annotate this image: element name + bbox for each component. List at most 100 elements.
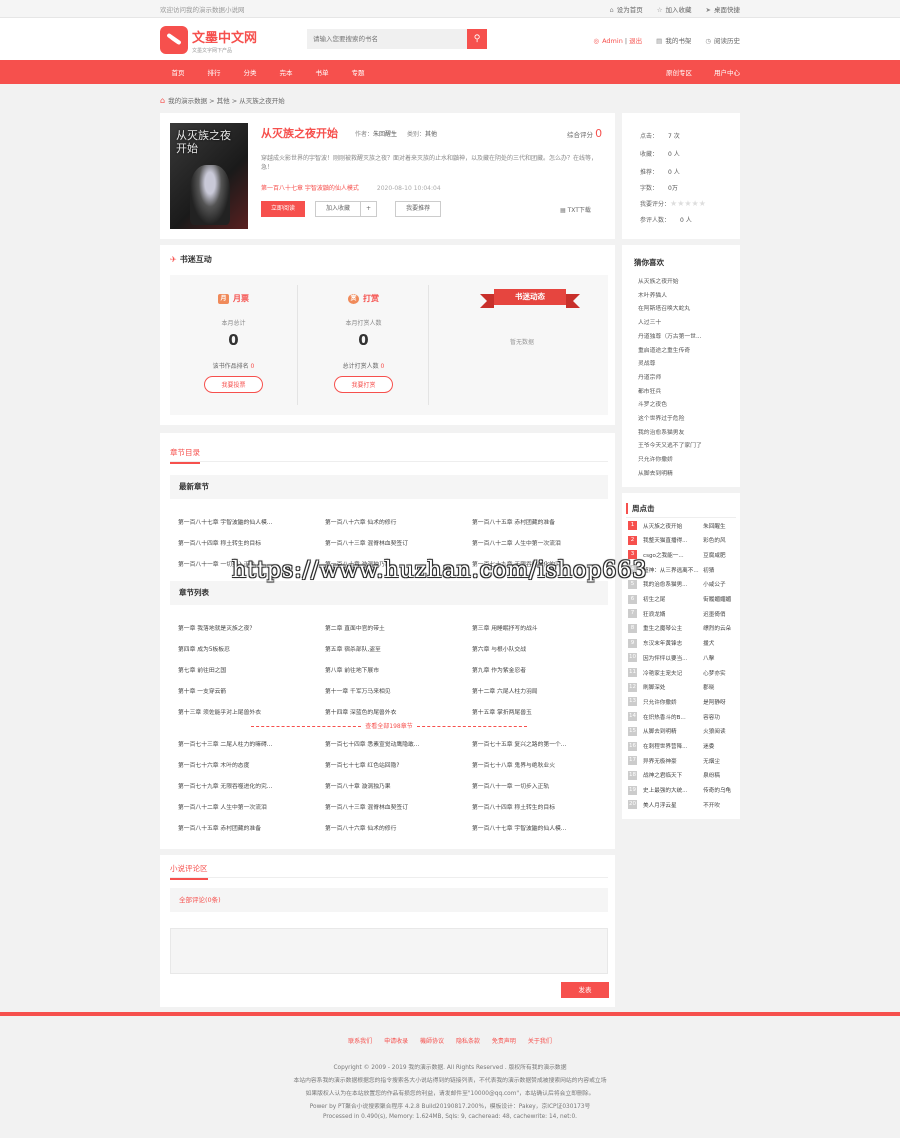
chapter-link[interactable]: 第一百八十二章 人生中第一次流泪 <box>178 802 325 811</box>
hot-book-author[interactable]: 迟墨倚俏 <box>703 610 738 618</box>
footer-link-about[interactable]: 关于我们 <box>528 1038 552 1045</box>
chapter-link[interactable]: 第八章 前往地下展市 <box>325 665 472 674</box>
hot-book-author[interactable]: 援犬 <box>703 639 738 647</box>
chapter-link[interactable]: 第一百七十五章 复兴之路的第一个... <box>472 739 608 748</box>
hot-book-title[interactable]: 在刺程世界营降... <box>643 742 699 750</box>
chapter-link[interactable]: 第一百七十七章 红色站回隐? <box>325 760 472 769</box>
chapter-link[interactable]: 第十二章 六尾人柱力羽局 <box>472 686 608 695</box>
chapter-link[interactable]: 第三章 用睡眠抒写的战斗 <box>472 623 608 632</box>
chapter-link[interactable]: 第四章 成为5板板忍 <box>178 644 325 653</box>
chapter-link[interactable]: 第一百八十六章 仙术的修行 <box>325 823 472 832</box>
chapter-link[interactable]: 第一百八十三章 混脊林血契签订 <box>325 802 472 811</box>
hot-book-title[interactable]: 超神：从三界逃离不... <box>643 566 699 574</box>
reward-button[interactable]: 我要打赏 <box>334 376 393 393</box>
hot-book-author[interactable]: 彩色的风 <box>703 536 738 544</box>
nav-category[interactable]: 分类 <box>232 67 268 77</box>
chapter-link[interactable]: 第七章 前往田之国 <box>178 665 325 674</box>
hot-book-author[interactable]: 八擊 <box>703 654 738 662</box>
hot-book-author[interactable]: 初猜 <box>703 566 738 574</box>
hot-book-title[interactable]: 史上最强的大统... <box>643 786 699 794</box>
hot-book-title[interactable]: 重生之魔琴公主 <box>643 624 699 632</box>
hot-list-item[interactable]: 17 异界无极神豪 无烟尘 <box>628 756 738 766</box>
recommend-button[interactable]: 我要推荐 <box>395 201 442 217</box>
nav-booklist[interactable]: 书单 <box>304 67 340 77</box>
hot-list-item[interactable]: 18 战神之君临天下 泉纷稿 <box>628 770 738 780</box>
user-account[interactable]: ◎ Admin | 退出 <box>593 35 642 45</box>
hot-list-item[interactable]: 8 重生之魔琴公主 缥烈的云朵 <box>628 623 738 633</box>
list-item[interactable]: 从灭族之夜开始 <box>638 276 734 290</box>
list-item[interactable]: 重启道途之重生传奇 <box>638 345 734 359</box>
view-all-chapters-link[interactable]: 查看全部198章节 <box>170 721 608 730</box>
hot-book-author[interactable]: 迷委 <box>703 742 738 750</box>
comment-textarea[interactable] <box>170 928 608 974</box>
hot-book-author[interactable]: 传奇的乌龟 <box>703 786 738 794</box>
vote-button[interactable]: 我要投票 <box>204 376 263 393</box>
list-item[interactable]: 王爷今天又逃不了家门了 <box>638 440 734 454</box>
hot-book-title[interactable]: 刷脚深处 <box>643 683 699 691</box>
hot-book-author[interactable]: 不开吹 <box>703 801 738 809</box>
hot-list-item[interactable]: 1 从灭族之夜开始 朱回醒生 <box>628 521 738 530</box>
hot-book-title[interactable]: 初生之尾 <box>643 595 699 603</box>
chapter-link[interactable]: 第五章 宿杀部队,盗至 <box>325 644 472 653</box>
list-item[interactable]: 在阿斯塔召唤大蛇丸 <box>638 303 734 317</box>
hot-book-author[interactable]: 是阿静呀 <box>703 698 738 706</box>
hot-book-title[interactable]: csgo之我能一... <box>643 551 699 559</box>
history-link[interactable]: ◷ 阅读历史 <box>705 35 740 45</box>
list-item[interactable]: 斗罗之夜色 <box>638 399 734 413</box>
chapter-link[interactable]: 第一百八十一章 一切步入正轨 <box>472 781 608 790</box>
list-item[interactable]: 灵战尊 <box>638 358 734 372</box>
hot-book-title[interactable]: 我的治愈系猫男... <box>643 580 699 588</box>
star-icon[interactable]: ★ <box>692 199 699 208</box>
list-item[interactable]: 人过三十 <box>638 317 734 331</box>
hot-book-author[interactable]: 无烟尘 <box>703 757 738 765</box>
chapter-link[interactable]: 第九章 作为紫金忍者 <box>472 665 608 674</box>
hot-book-title[interactable]: 我整天猫直播得... <box>643 536 699 544</box>
rating-stars[interactable]: ★★★★★ <box>670 199 706 208</box>
add-favorite-button[interactable]: 加入收藏 <box>315 201 362 217</box>
chapter-link[interactable]: 第一百七十四章 悉素宣觉动鹰隐敢... <box>325 739 472 748</box>
nav-rank[interactable]: 排行 <box>196 67 232 77</box>
hot-book-title[interactable]: 美人月浮云星 <box>643 801 699 809</box>
chapter-link[interactable]: 第一百八十四章 称土转生的目标 <box>178 538 325 547</box>
chapter-link[interactable]: 第十三章 须佐能乎对上尾兽外衣 <box>178 707 325 716</box>
hot-book-title[interactable]: 从脚去到明精 <box>643 727 699 735</box>
hot-book-author[interactable]: 小咸公子 <box>703 580 738 588</box>
hot-book-title[interactable]: 狂浪龙婿 <box>643 610 699 618</box>
list-item[interactable]: 从脚去到明精 <box>638 468 734 482</box>
footer-link-disclaimer[interactable]: 免责声明 <box>492 1038 516 1045</box>
chapter-link[interactable]: 第二章 直面中官的带土 <box>325 623 472 632</box>
hot-book-title[interactable]: 因为怦怦以要当... <box>643 654 699 662</box>
add-favorite-link[interactable]: ☆ 加入收藏 <box>657 4 692 14</box>
nav-original[interactable]: 原创专区 <box>666 67 692 77</box>
search-button[interactable]: ⚲ <box>467 29 487 49</box>
bookshelf-link[interactable]: ▤ 我的书架 <box>656 35 691 45</box>
hot-book-title[interactable]: 在炽热香斗的B... <box>643 713 699 721</box>
chapter-link[interactable]: 第十四章 深蓝色的尾兽外衣 <box>325 707 472 716</box>
hot-book-title[interactable]: 只允许你撒娇 <box>643 698 699 706</box>
hot-list-item[interactable]: 16 在刺程世界营降... 迷委 <box>628 741 738 751</box>
set-homepage-link[interactable]: ⌂ 设为首页 <box>610 4 643 14</box>
site-logo[interactable]: 文墨中文网 文墨文字网下产品 <box>160 26 257 54</box>
hot-book-title[interactable]: 战神之君临天下 <box>643 771 699 779</box>
book-author[interactable]: 朱回醒生 <box>373 131 397 138</box>
star-icon[interactable]: ★ <box>684 199 691 208</box>
book-category[interactable]: 其他 <box>425 131 437 138</box>
chapter-link[interactable]: 第一章 我落地就是灭族之夜？ <box>178 623 325 632</box>
hot-list-item[interactable]: 14 在炽热香斗的B... 容容功 <box>628 712 738 722</box>
hot-list-item[interactable]: 2 我整天猫直播得... 彩色的风 <box>628 535 738 545</box>
read-now-button[interactable]: 立即阅读 <box>261 201 306 217</box>
chapter-link[interactable]: 第一百八十五章 赤村团藏的准备 <box>472 517 608 526</box>
hot-book-author[interactable]: 郡晓 <box>703 683 738 691</box>
hot-book-author[interactable]: 缥烈的云朵 <box>703 624 738 632</box>
chapter-link[interactable]: 第一百八十三章 混脊林血契签订 <box>325 538 472 547</box>
list-item[interactable]: 丹道独尊（万古第一世... <box>638 331 734 345</box>
hot-book-author[interactable]: 泉纷稿 <box>703 771 738 779</box>
chapter-link[interactable]: 第一百八十七章 宇智波鼬的仙人模... <box>472 823 608 832</box>
hot-list-item[interactable]: 7 狂浪龙婿 迟墨倚俏 <box>628 609 738 619</box>
footer-link-privacy[interactable]: 隐私条款 <box>456 1038 480 1045</box>
hot-book-author[interactable]: 容容功 <box>703 713 738 721</box>
chapter-link[interactable]: 第一百七十八章 鬼界与绝秋业火 <box>472 760 608 769</box>
nav-complete[interactable]: 完本 <box>268 67 304 77</box>
nav-user-center[interactable]: 用户中心 <box>714 67 740 77</box>
all-comments-link[interactable]: 全部评论(0条) <box>170 888 608 912</box>
